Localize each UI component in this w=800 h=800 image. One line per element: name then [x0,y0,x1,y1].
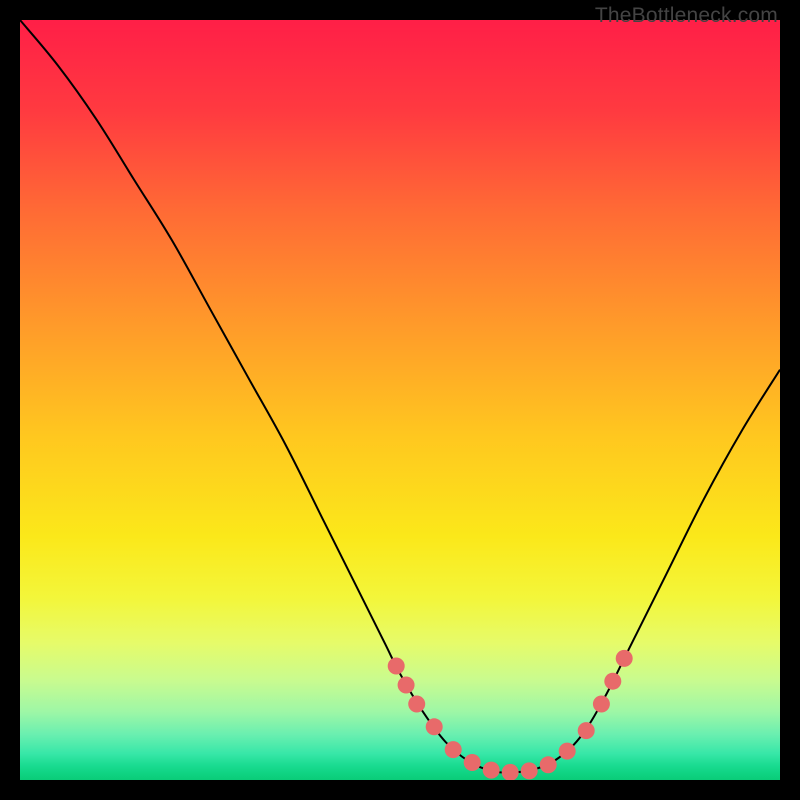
data-marker [616,650,633,667]
data-marker [445,741,462,758]
data-marker [593,696,610,713]
data-marker [578,722,595,739]
data-marker [464,754,481,771]
data-marker [559,743,576,760]
data-marker [540,756,557,773]
data-marker [398,677,415,694]
data-marker [604,673,621,690]
data-marker [521,762,538,779]
chart-svg [20,20,780,780]
data-marker [408,696,425,713]
data-marker [426,718,443,735]
data-marker [388,658,405,675]
chart-plot-area [20,20,780,780]
watermark-text: TheBottleneck.com [595,4,778,28]
data-marker [483,762,500,779]
